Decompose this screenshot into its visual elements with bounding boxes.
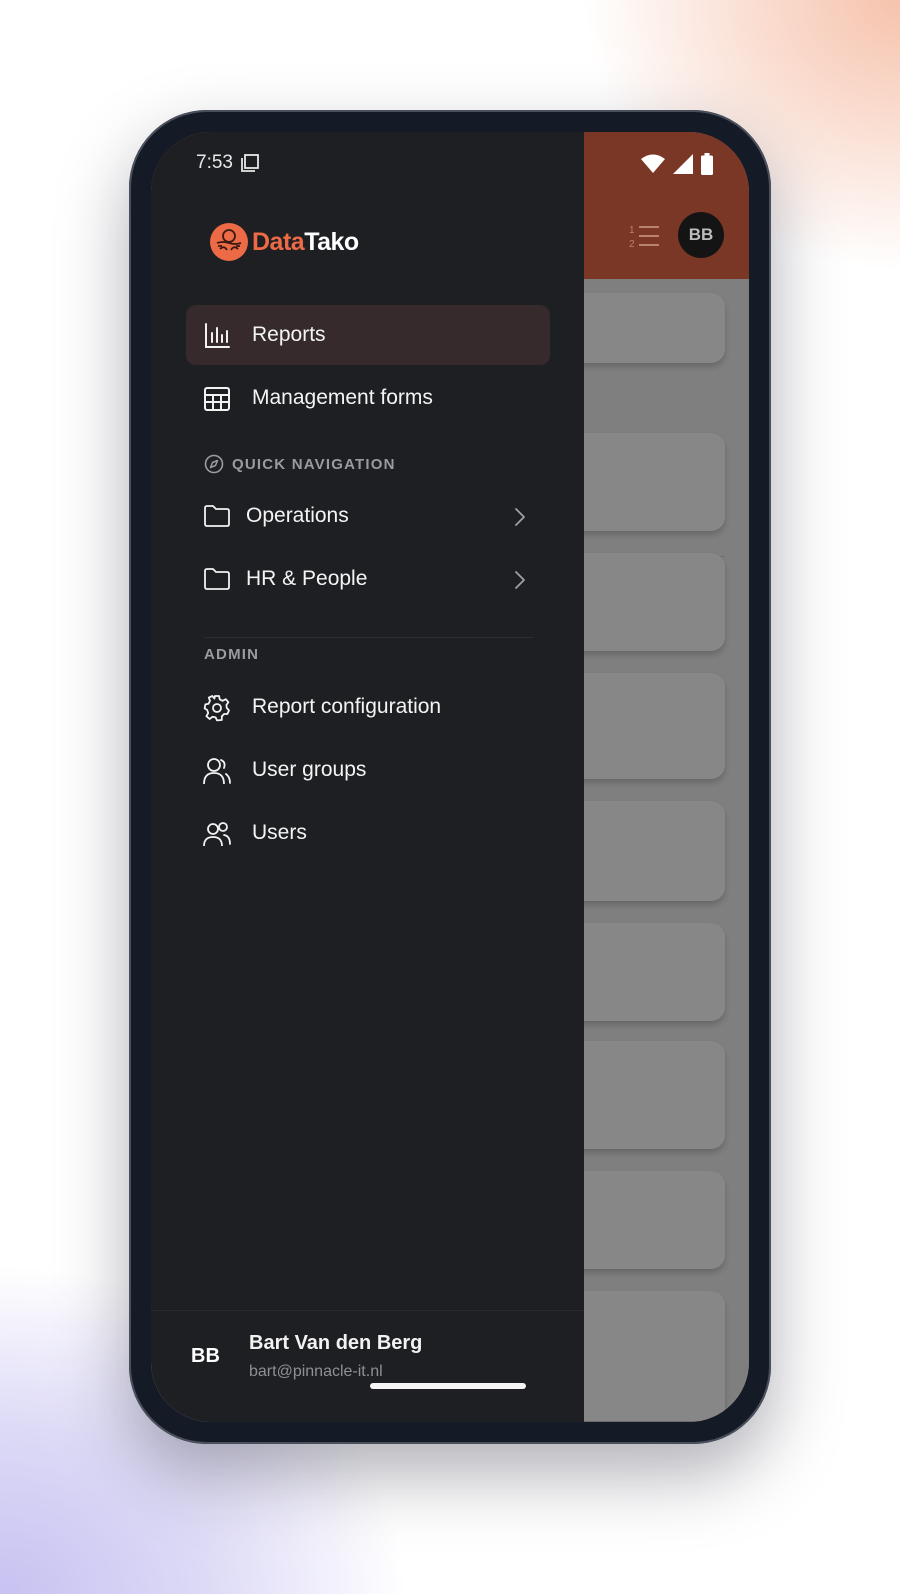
brand-name-part2: Tako [304, 227, 359, 256]
nav-item-reports[interactable]: Reports [186, 305, 550, 365]
nav-item-management-forms[interactable]: Management forms [186, 368, 550, 428]
nav-item-user-groups[interactable]: User groups [186, 740, 550, 800]
home-indicator[interactable] [370, 1383, 526, 1389]
user-name: Bart Van den Berg [249, 1332, 423, 1354]
user-icon [203, 758, 231, 785]
nav-item-label: HR & People [246, 567, 368, 590]
section-label-text: QUICK NAVIGATION [232, 455, 396, 473]
table-icon [204, 387, 230, 411]
compass-icon [204, 454, 224, 474]
bar-chart-icon [205, 323, 230, 348]
nav-item-users[interactable]: Users [186, 803, 550, 863]
signal-icon [673, 154, 693, 174]
svg-text:2: 2 [629, 239, 635, 249]
wifi-icon [641, 154, 665, 173]
brand-name: DataTako [252, 228, 359, 257]
nav-item-label: Management forms [252, 386, 433, 409]
nav-item-hr-people[interactable]: HR & People [186, 549, 550, 609]
section-label-admin: ADMIN [204, 646, 259, 663]
users-icon [203, 822, 231, 847]
nav-item-label: Operations [246, 504, 349, 527]
chevron-right-icon [515, 508, 525, 526]
ordered-list-icon[interactable]: 1 2 [629, 223, 659, 249]
folder-icon [204, 505, 230, 527]
brand-logo[interactable]: DataTako [210, 223, 359, 261]
user-avatar[interactable]: BB [191, 1345, 220, 1368]
section-label-text: ADMIN [204, 646, 260, 663]
time-text: 7:53 [196, 152, 233, 173]
brand-name-part1: Data [252, 227, 305, 256]
header-avatar[interactable]: BB [678, 212, 724, 258]
folder-icon [204, 568, 230, 590]
gear-icon [203, 695, 230, 722]
user-email: bart@pinnacle-it.nl [249, 1363, 383, 1380]
octopus-logo-icon [210, 223, 248, 261]
svg-text:1: 1 [629, 225, 635, 236]
battery-icon [701, 153, 713, 175]
nav-item-report-configuration[interactable]: Report configuration [186, 677, 550, 737]
nav-item-label: User groups [252, 758, 367, 781]
screen: 1 2 BB 7:53 DataTako Reports Management … [151, 132, 749, 1422]
divider [204, 637, 534, 638]
navigation-drawer: 7:53 DataTako Reports Management forms Q… [151, 132, 584, 1422]
nav-item-label: Reports [252, 323, 326, 346]
phone-frame: 1 2 BB 7:53 DataTako Reports Management … [129, 110, 771, 1444]
nav-item-label: Report configuration [252, 695, 442, 718]
divider [151, 1310, 584, 1311]
chevron-right-icon [515, 571, 525, 589]
nav-item-label: Users [252, 821, 307, 844]
status-time: 7:53 [196, 152, 259, 174]
status-icons [641, 152, 713, 176]
notification-icon [241, 154, 259, 172]
section-label-quick-navigation: QUICK NAVIGATION [204, 454, 396, 474]
nav-item-operations[interactable]: Operations [186, 486, 550, 546]
